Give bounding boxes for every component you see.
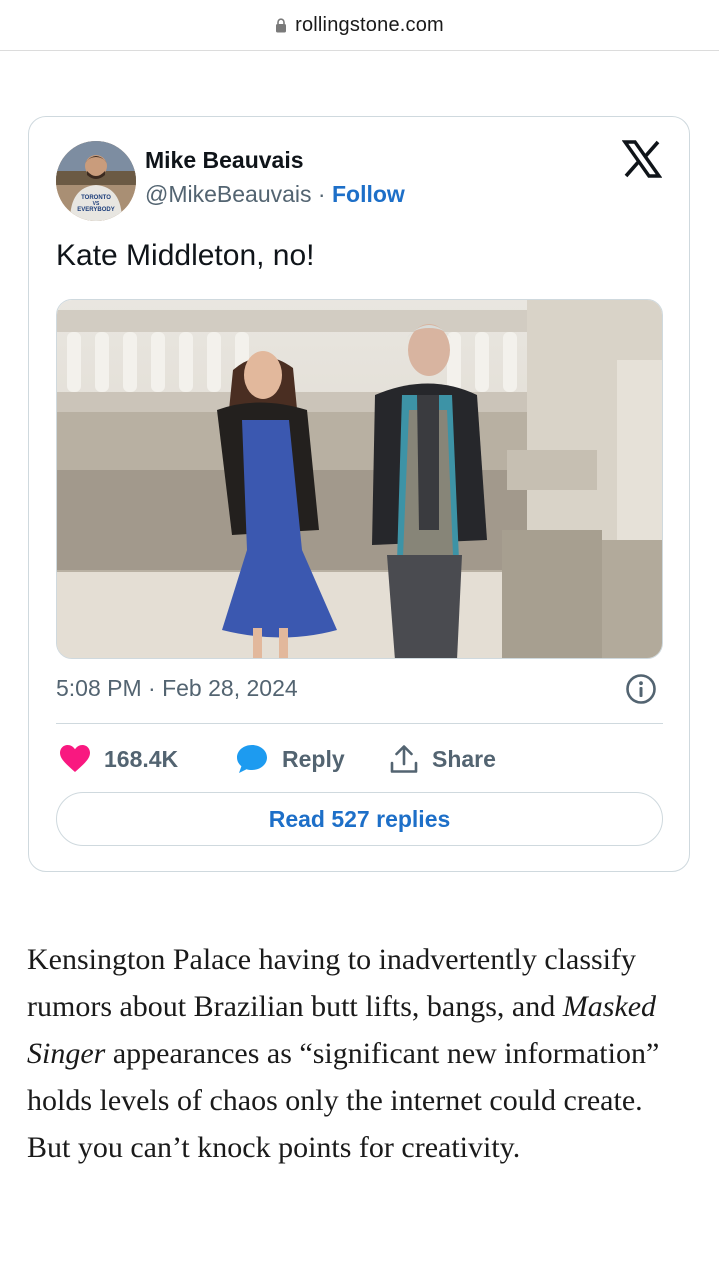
share-label: Share: [432, 745, 496, 772]
share-button[interactable]: Share: [390, 739, 496, 779]
embedded-tweet-card[interactable]: TORONTO VS EVERYBODY Mike Beauvais @Mike…: [28, 116, 690, 872]
x-logo-icon[interactable]: [622, 139, 662, 179]
tweet-divider: [56, 723, 663, 724]
avatar[interactable]: TORONTO VS EVERYBODY: [56, 141, 136, 221]
heart-icon: [60, 745, 90, 772]
like-count: 168.4K: [104, 745, 179, 772]
author-handle-line: @MikeBeauvais · Follow: [145, 181, 405, 208]
like-button[interactable]: 168.4K: [60, 739, 178, 779]
speech-bubble-icon: [237, 745, 267, 773]
browser-url-bar[interactable]: rollingstone.com: [0, 0, 719, 51]
article-body: Kensington Palace having to inadvertentl…: [27, 936, 687, 1171]
article-paragraph: Kensington Palace having to inadvertentl…: [27, 936, 687, 1171]
tweet-photo[interactable]: [56, 299, 663, 659]
article-text-1: Kensington Palace having to inadvertentl…: [27, 943, 637, 1023]
read-replies-button[interactable]: Read 527 replies: [56, 792, 663, 846]
tweet-text: Kate Middleton, no!: [56, 239, 315, 272]
reply-button[interactable]: Reply: [236, 739, 345, 779]
author-name[interactable]: Mike Beauvais: [145, 147, 304, 174]
author-handle[interactable]: @MikeBeauvais: [145, 181, 312, 207]
handle-separator: ·: [311, 181, 332, 207]
url-domain: rollingstone.com: [295, 13, 444, 36]
info-icon[interactable]: [625, 673, 657, 705]
follow-button[interactable]: Follow: [332, 181, 405, 207]
share-icon: [390, 745, 418, 773]
avatar-shirt-text-3: EVERYBODY: [77, 207, 114, 213]
reply-label: Reply: [282, 745, 345, 772]
tweet-timestamp[interactable]: 5:08 PM · Feb 28, 2024: [56, 675, 298, 702]
tweet-action-bar: 168.4K Reply Share: [56, 739, 663, 779]
article-text-2: appearances as “significant new informat…: [27, 1037, 660, 1164]
lock-icon: [276, 17, 287, 32]
